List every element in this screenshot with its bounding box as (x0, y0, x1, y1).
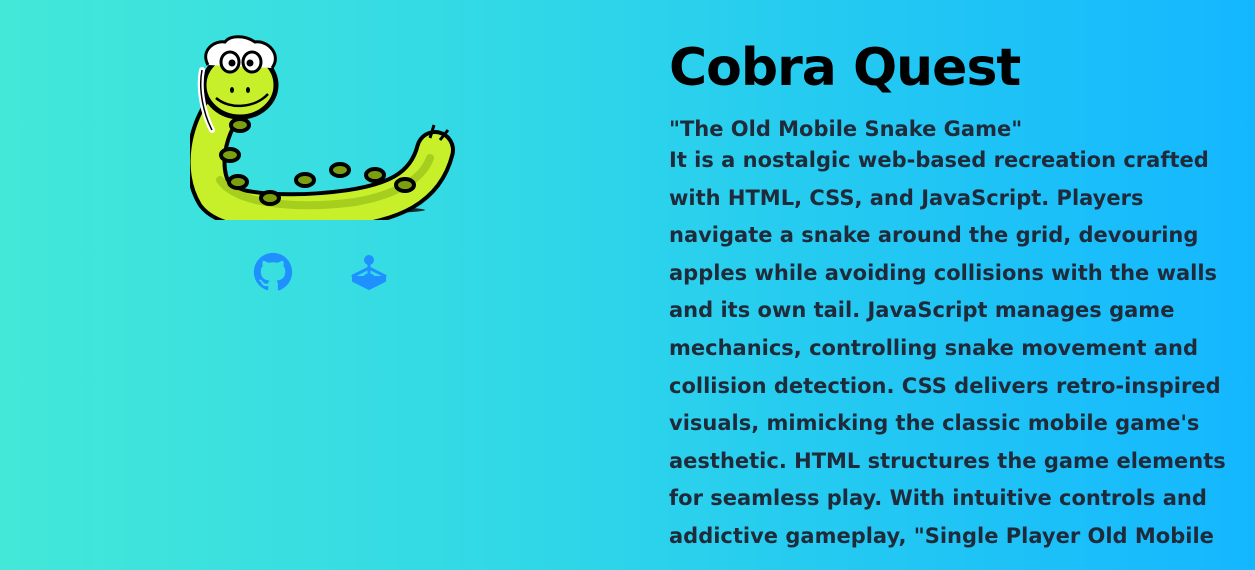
github-icon (253, 252, 293, 291)
snake-mascot-image (190, 35, 455, 220)
project-info: Cobra Quest "The Old Mobile Snake Game" … (669, 32, 1229, 556)
project-links (190, 252, 460, 292)
project-title: Cobra Quest (669, 38, 1021, 98)
github-link[interactable] (253, 252, 293, 292)
project-subtitle: "The Old Mobile Snake Game" (669, 117, 1023, 141)
project-description: It is a nostalgic web-based recreation c… (669, 148, 1226, 548)
joystick-icon (351, 255, 387, 290)
project-visual (190, 30, 460, 310)
play-game-link[interactable] (349, 252, 389, 292)
